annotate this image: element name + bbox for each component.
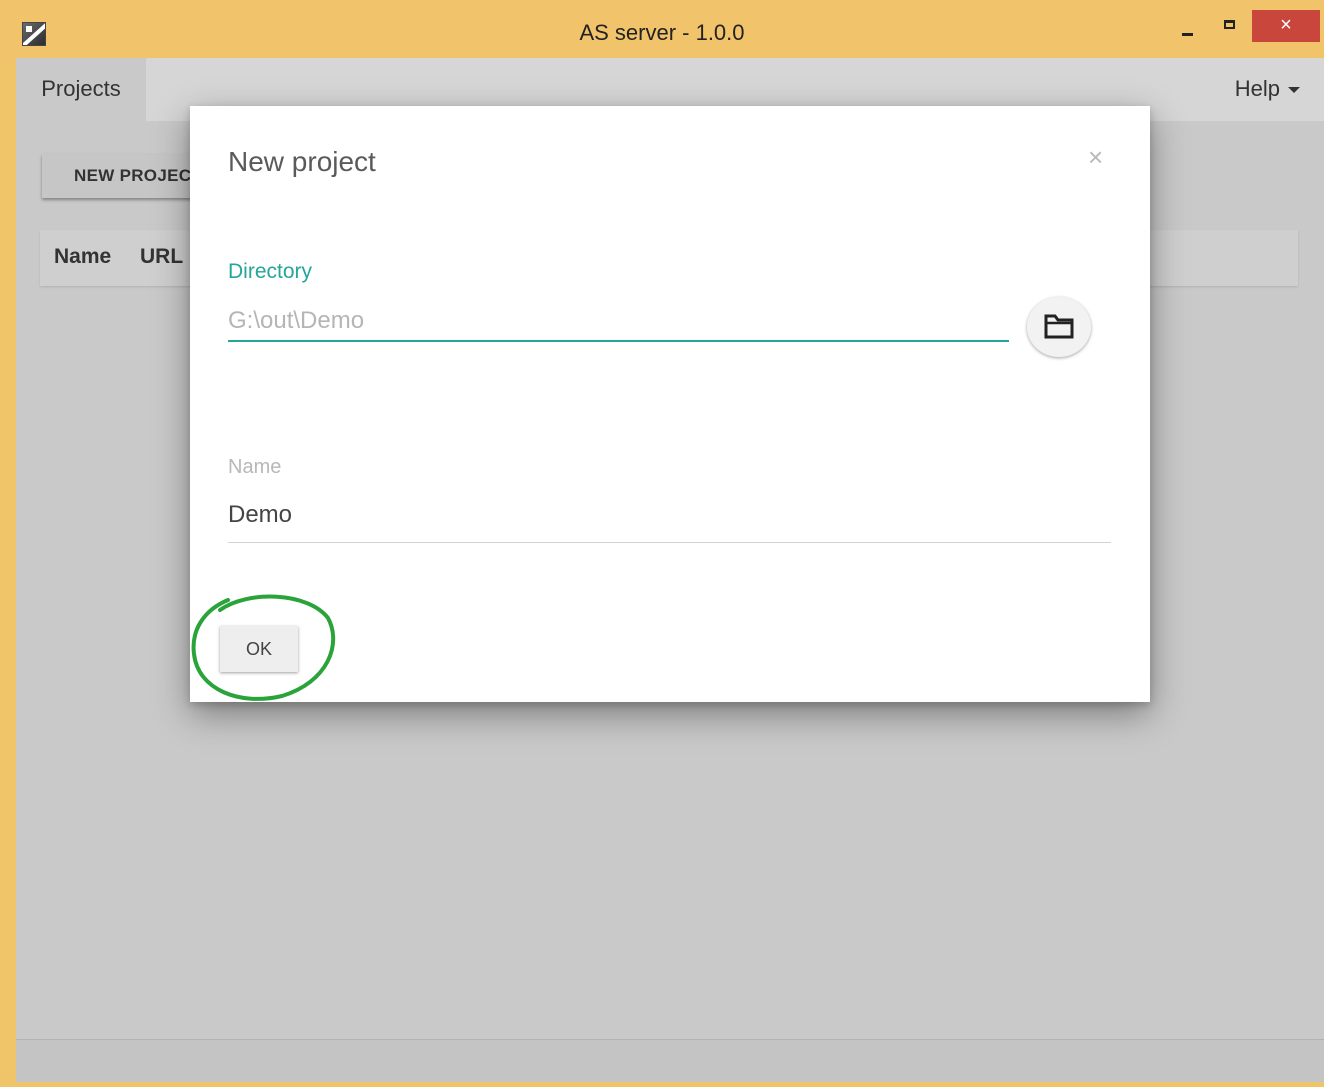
status-bar	[16, 1039, 1324, 1082]
minimize-button[interactable]	[1168, 10, 1206, 42]
folder-icon	[1044, 314, 1074, 339]
name-input[interactable]: Demo	[228, 501, 1111, 543]
dialog-close-icon[interactable]: ×	[1088, 144, 1103, 170]
directory-label: Directory	[228, 260, 313, 283]
browse-directory-button[interactable]	[1027, 297, 1091, 357]
name-label: Name	[228, 456, 282, 478]
caret-down-icon	[1288, 87, 1300, 94]
tab-projects[interactable]: Projects	[16, 58, 146, 121]
window-close-button[interactable]: ×	[1252, 10, 1320, 42]
title-bar[interactable]: AS server - 1.0.0 ×	[0, 0, 1324, 58]
directory-input[interactable]	[228, 302, 1009, 342]
maximize-button[interactable]	[1210, 10, 1248, 42]
app-window: AS server - 1.0.0 × Projects Help NEW PR…	[0, 0, 1324, 1087]
dialog-title: New project	[228, 146, 376, 177]
column-header-name[interactable]: Name	[54, 245, 111, 269]
new-project-dialog: New project × Directory Name Demo OK	[190, 106, 1150, 702]
ok-button[interactable]: OK	[220, 626, 298, 672]
help-menu[interactable]: Help	[1235, 58, 1300, 121]
column-header-url[interactable]: URL	[140, 245, 183, 269]
help-menu-label: Help	[1234, 76, 1280, 101]
window-title: AS server - 1.0.0	[579, 20, 745, 45]
